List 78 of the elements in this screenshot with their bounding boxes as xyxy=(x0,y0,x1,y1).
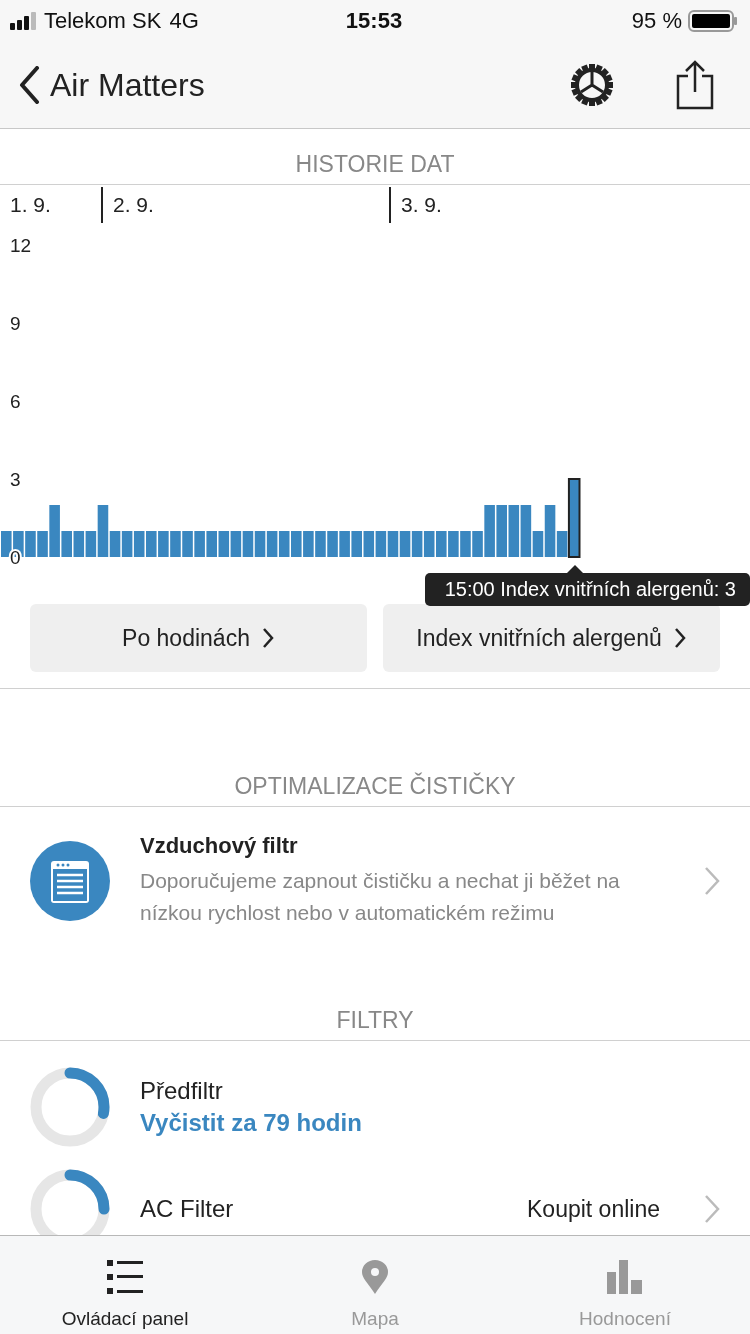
tab-item[interactable]: Ovládací panel xyxy=(0,1236,250,1334)
signal-icon xyxy=(10,12,36,30)
axis-label: 6 xyxy=(10,390,21,412)
filter-name: Předfiltr xyxy=(140,1077,224,1105)
buy-link[interactable]: Koupit online xyxy=(527,1195,660,1223)
chart-bar xyxy=(254,531,266,557)
chart-bar xyxy=(158,531,169,557)
axis-label: 12 xyxy=(10,234,32,256)
day-label: 3. 9. xyxy=(401,193,442,217)
day-label: 2. 9. xyxy=(113,193,154,217)
chart-bar xyxy=(423,531,435,557)
chart-bar xyxy=(508,505,520,557)
chart-bar xyxy=(146,531,157,557)
day-divider xyxy=(389,187,391,223)
chart-bar xyxy=(242,531,254,557)
chevron-icon xyxy=(673,627,687,649)
filter-icon xyxy=(30,841,110,921)
axis-label: 3 xyxy=(10,468,21,490)
share-icon xyxy=(676,60,714,110)
bar-chart-icon xyxy=(607,1260,643,1294)
chart-bar xyxy=(1,531,12,557)
chart-bar xyxy=(363,531,375,557)
filter-button[interactable]: Po hodinách xyxy=(30,604,367,672)
settings-button[interactable] xyxy=(570,63,614,107)
filter-button[interactable]: Index vnitřních alergenů xyxy=(383,604,720,672)
battery-percent: 95 % xyxy=(631,8,682,34)
section-header: OPTIMALIZACE ČISTIČKY xyxy=(0,751,750,807)
filter-status: Vyčistit za 79 hodin xyxy=(140,1109,363,1137)
chart-bar xyxy=(73,531,85,557)
filter-name: AC Filter xyxy=(140,1195,235,1223)
item-description: Doporučujeme zapnout čističku a nechat ji běžet na nízkou rychlost nebo v automatickém režimu xyxy=(140,868,621,926)
chevron-icon xyxy=(261,627,275,649)
chart-bar xyxy=(327,531,338,557)
list-row[interactable]: Vzduchový filtr Doporučujeme zapnout čističku a nechat ji běžet na nízkou rychlost nebo v automatickém režimu xyxy=(0,807,750,985)
clock: 15:53 xyxy=(344,8,404,34)
chart-bar xyxy=(278,531,290,557)
settings-icon xyxy=(570,63,614,107)
chart-bar xyxy=(121,531,133,557)
chart-bar xyxy=(351,531,362,557)
chart-bar xyxy=(399,531,411,557)
chevron-icon xyxy=(704,866,720,896)
chart-bar xyxy=(230,531,242,557)
chart-bar xyxy=(170,531,181,557)
chart-bar xyxy=(448,531,459,557)
axis-label: 9 xyxy=(10,312,21,334)
carrier-name: Telekom SK xyxy=(44,8,162,34)
list-icon xyxy=(107,1260,143,1294)
screen-title: Air Matters xyxy=(50,66,206,104)
chart-bar xyxy=(218,531,230,557)
tooltip-arrow xyxy=(566,565,583,573)
section-header: FILTRY xyxy=(0,985,750,1041)
chart-bar xyxy=(460,531,471,557)
share-button[interactable] xyxy=(676,60,714,110)
chart-bar xyxy=(206,531,217,557)
item-title: Vzduchový filtr xyxy=(140,833,299,859)
chart-bar xyxy=(266,531,278,557)
section-header: HISTORIE DAT xyxy=(0,129,750,185)
chart-bar xyxy=(182,531,193,557)
chart-bar xyxy=(315,531,326,557)
chart-bar xyxy=(133,531,145,557)
chart-bar xyxy=(375,531,387,557)
map-pin-icon xyxy=(362,1260,388,1294)
chart-bar xyxy=(411,531,423,557)
day-label: 1. 9. xyxy=(10,193,51,217)
chart-bar xyxy=(496,505,507,557)
chart-bar xyxy=(387,531,399,557)
back-button[interactable] xyxy=(18,66,42,104)
chart-bar xyxy=(25,531,36,557)
chart-bar xyxy=(194,531,205,557)
chart-bar xyxy=(339,531,350,557)
back-icon xyxy=(18,66,42,104)
chart-bar xyxy=(291,531,302,557)
chevron-icon xyxy=(704,1194,720,1224)
chart-bar xyxy=(303,531,314,557)
chart-bar xyxy=(436,531,447,557)
network-type: 4G xyxy=(169,8,199,34)
day-divider xyxy=(101,187,103,223)
battery-icon xyxy=(688,10,738,32)
